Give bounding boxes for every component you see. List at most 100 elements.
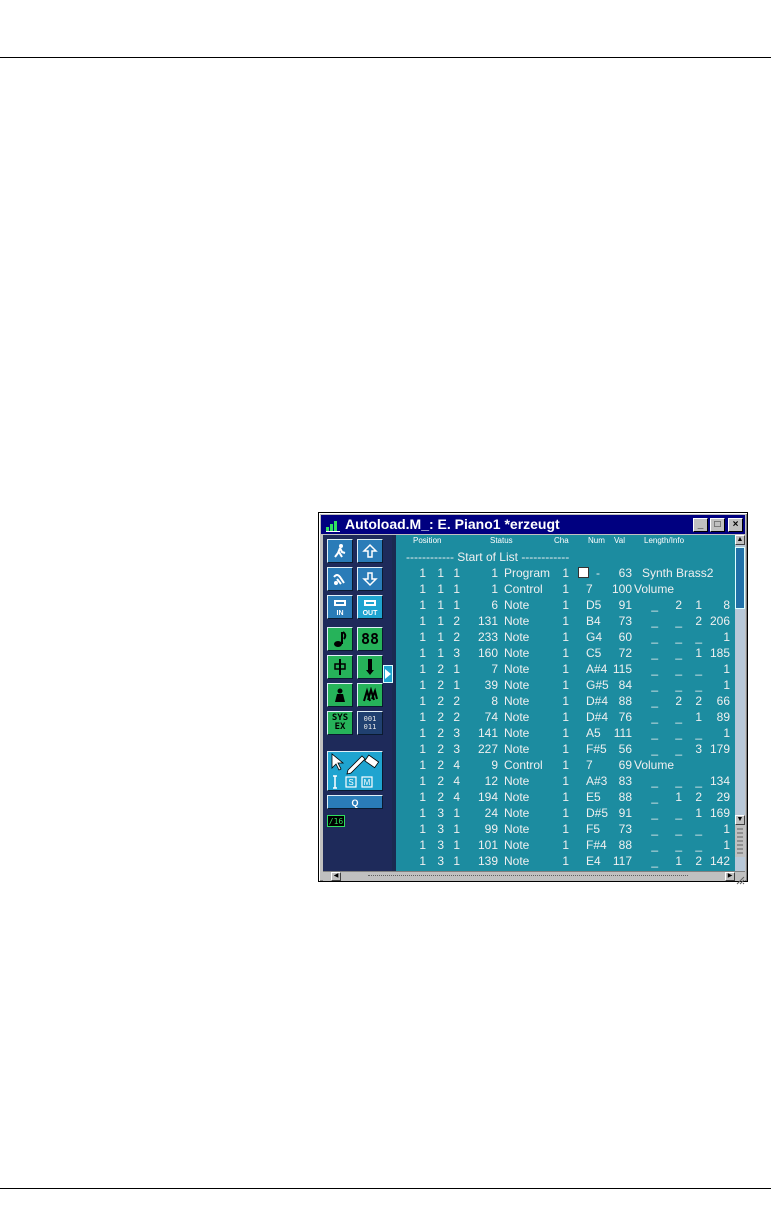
cell-l2[interactable]: _: [675, 725, 682, 741]
cell-p4[interactable]: 74: [485, 709, 498, 725]
binary-icon[interactable]: 001 011: [357, 711, 383, 735]
cell-p1[interactable]: 1: [419, 581, 426, 597]
cell-cha[interactable]: 1: [562, 677, 569, 693]
cell-num[interactable]: A#4: [586, 661, 607, 677]
cell-p3[interactable]: 4: [453, 773, 460, 789]
table-row[interactable]: 1 2 4 12 Note 1 A#3 83 _ _ _ 134: [396, 773, 735, 789]
cell-val[interactable]: 69: [619, 757, 632, 773]
cell-num[interactable]: E5: [586, 789, 601, 805]
cell-val[interactable]: 73: [619, 821, 632, 837]
cell-p2[interactable]: 2: [437, 693, 444, 709]
close-button[interactable]: ×: [728, 517, 743, 532]
pencil-hand-icon[interactable]: [327, 567, 353, 591]
cell-cha[interactable]: 1: [562, 821, 569, 837]
cell-val[interactable]: 63: [619, 565, 632, 581]
cell-p3[interactable]: 1: [453, 581, 460, 597]
table-row[interactable]: 1 2 4 9 Control 1 7 69 Volume: [396, 757, 735, 773]
cell-l3[interactable]: _: [695, 677, 702, 693]
cell-cha[interactable]: 1: [562, 725, 569, 741]
cell-val[interactable]: 117: [613, 853, 632, 869]
cell-cha[interactable]: 1: [562, 581, 569, 597]
cell-num[interactable]: D#4: [586, 693, 608, 709]
cell-p3[interactable]: 2: [453, 629, 460, 645]
table-row[interactable]: 1 1 1 1 Control 1 7 100 Volume: [396, 581, 735, 597]
cell-p3[interactable]: 1: [453, 805, 460, 821]
resize-grip-icon[interactable]: [735, 872, 745, 885]
cell-p2[interactable]: 2: [437, 677, 444, 693]
cell-cha[interactable]: 1: [562, 629, 569, 645]
cell-status[interactable]: Note: [504, 789, 529, 805]
cell-l4[interactable]: 1: [723, 677, 730, 693]
table-row[interactable]: 1 1 2 131 Note 1 B4 73 _ _ 2 206: [396, 613, 735, 629]
cell-p3[interactable]: 1: [453, 597, 460, 613]
cell-l2[interactable]: _: [675, 805, 682, 821]
cell-status[interactable]: Note: [504, 709, 529, 725]
table-row[interactable]: 1 3 1 101 Note 1 F#4 88 _ _ _ 1: [396, 837, 735, 853]
cell-l2[interactable]: 2: [675, 597, 682, 613]
cell-p2[interactable]: 1: [437, 565, 444, 581]
cell-status[interactable]: Note: [504, 853, 529, 869]
cell-l1[interactable]: _: [651, 853, 658, 869]
lcd-88-icon[interactable]: 88: [357, 627, 383, 651]
cell-p4[interactable]: 6: [491, 597, 498, 613]
up-arrow-icon[interactable]: [357, 539, 383, 563]
expand-arrow-icon[interactable]: [383, 665, 393, 683]
cell-p3[interactable]: 4: [453, 757, 460, 773]
weight-icon[interactable]: [327, 683, 353, 707]
cell-num[interactable]: G4: [586, 629, 602, 645]
cell-status[interactable]: Program: [504, 565, 550, 581]
cell-val[interactable]: 83: [619, 773, 632, 789]
walk-icon[interactable]: [327, 539, 353, 563]
cell-p3[interactable]: 3: [453, 741, 460, 757]
cell-val[interactable]: 88: [619, 789, 632, 805]
cell-num[interactable]: 7: [586, 757, 593, 773]
cell-val[interactable]: 76: [619, 709, 632, 725]
cell-p2[interactable]: 3: [437, 805, 444, 821]
cell-p1[interactable]: 1: [419, 613, 426, 629]
cell-cha[interactable]: 1: [562, 741, 569, 757]
cell-p1[interactable]: 1: [419, 821, 426, 837]
cell-p4[interactable]: 139: [478, 853, 498, 869]
cell-p2[interactable]: 1: [437, 629, 444, 645]
down-arrow-icon[interactable]: [357, 567, 383, 591]
cell-p2[interactable]: 1: [437, 645, 444, 661]
cell-val[interactable]: 100: [612, 581, 632, 597]
cell-l2[interactable]: _: [675, 773, 682, 789]
cell-p1[interactable]: 1: [419, 773, 426, 789]
cell-p3[interactable]: 3: [453, 645, 460, 661]
cell-p2[interactable]: 2: [437, 661, 444, 677]
cell-l4[interactable]: 1: [723, 821, 730, 837]
cell-l1[interactable]: _: [651, 597, 658, 613]
col-num[interactable]: Num: [588, 535, 605, 546]
table-row[interactable]: 1 2 2 74 Note 1 D#4 76 _ _ 1 89: [396, 709, 735, 725]
cell-p3[interactable]: 1: [453, 821, 460, 837]
cell-num[interactable]: D#5: [586, 805, 608, 821]
cell-status[interactable]: Note: [504, 613, 529, 629]
cell-p1[interactable]: 1: [419, 629, 426, 645]
scroll-thumb[interactable]: [735, 547, 745, 609]
cell-l3[interactable]: 1: [695, 645, 702, 661]
cell-p1[interactable]: 1: [419, 725, 426, 741]
cell-p3[interactable]: 1: [453, 837, 460, 853]
cell-l2[interactable]: 2: [675, 693, 682, 709]
cell-p3[interactable]: 1: [453, 677, 460, 693]
cell-status[interactable]: Note: [504, 837, 529, 853]
cell-l1[interactable]: _: [651, 837, 658, 853]
sysex-icon[interactable]: SYS EX: [327, 711, 353, 735]
cell-num[interactable]: D5: [586, 597, 601, 613]
horizontal-track[interactable]: [368, 875, 688, 878]
table-row[interactable]: 1 2 3 141 Note 1 A5 111 _ _ _ 1: [396, 725, 735, 741]
midi-out-icon[interactable]: OUT: [357, 595, 383, 619]
table-row[interactable]: 1 2 1 7 Note 1 A#4 115 _ _ _ 1: [396, 661, 735, 677]
cell-p1[interactable]: 1: [419, 597, 426, 613]
cell-status[interactable]: Note: [504, 693, 529, 709]
cell-cha[interactable]: 1: [562, 805, 569, 821]
table-row[interactable]: 1 3 1 99 Note 1 F5 73 _ _ _ 1: [396, 821, 735, 837]
cell-cha[interactable]: 1: [562, 773, 569, 789]
cell-cha[interactable]: 1: [562, 565, 569, 581]
cell-l4[interactable]: 185: [710, 645, 730, 661]
cell-status[interactable]: Note: [504, 677, 529, 693]
cell-val[interactable]: 72: [619, 645, 632, 661]
cell-val[interactable]: 91: [619, 805, 632, 821]
cell-l4[interactable]: 142: [710, 853, 730, 869]
